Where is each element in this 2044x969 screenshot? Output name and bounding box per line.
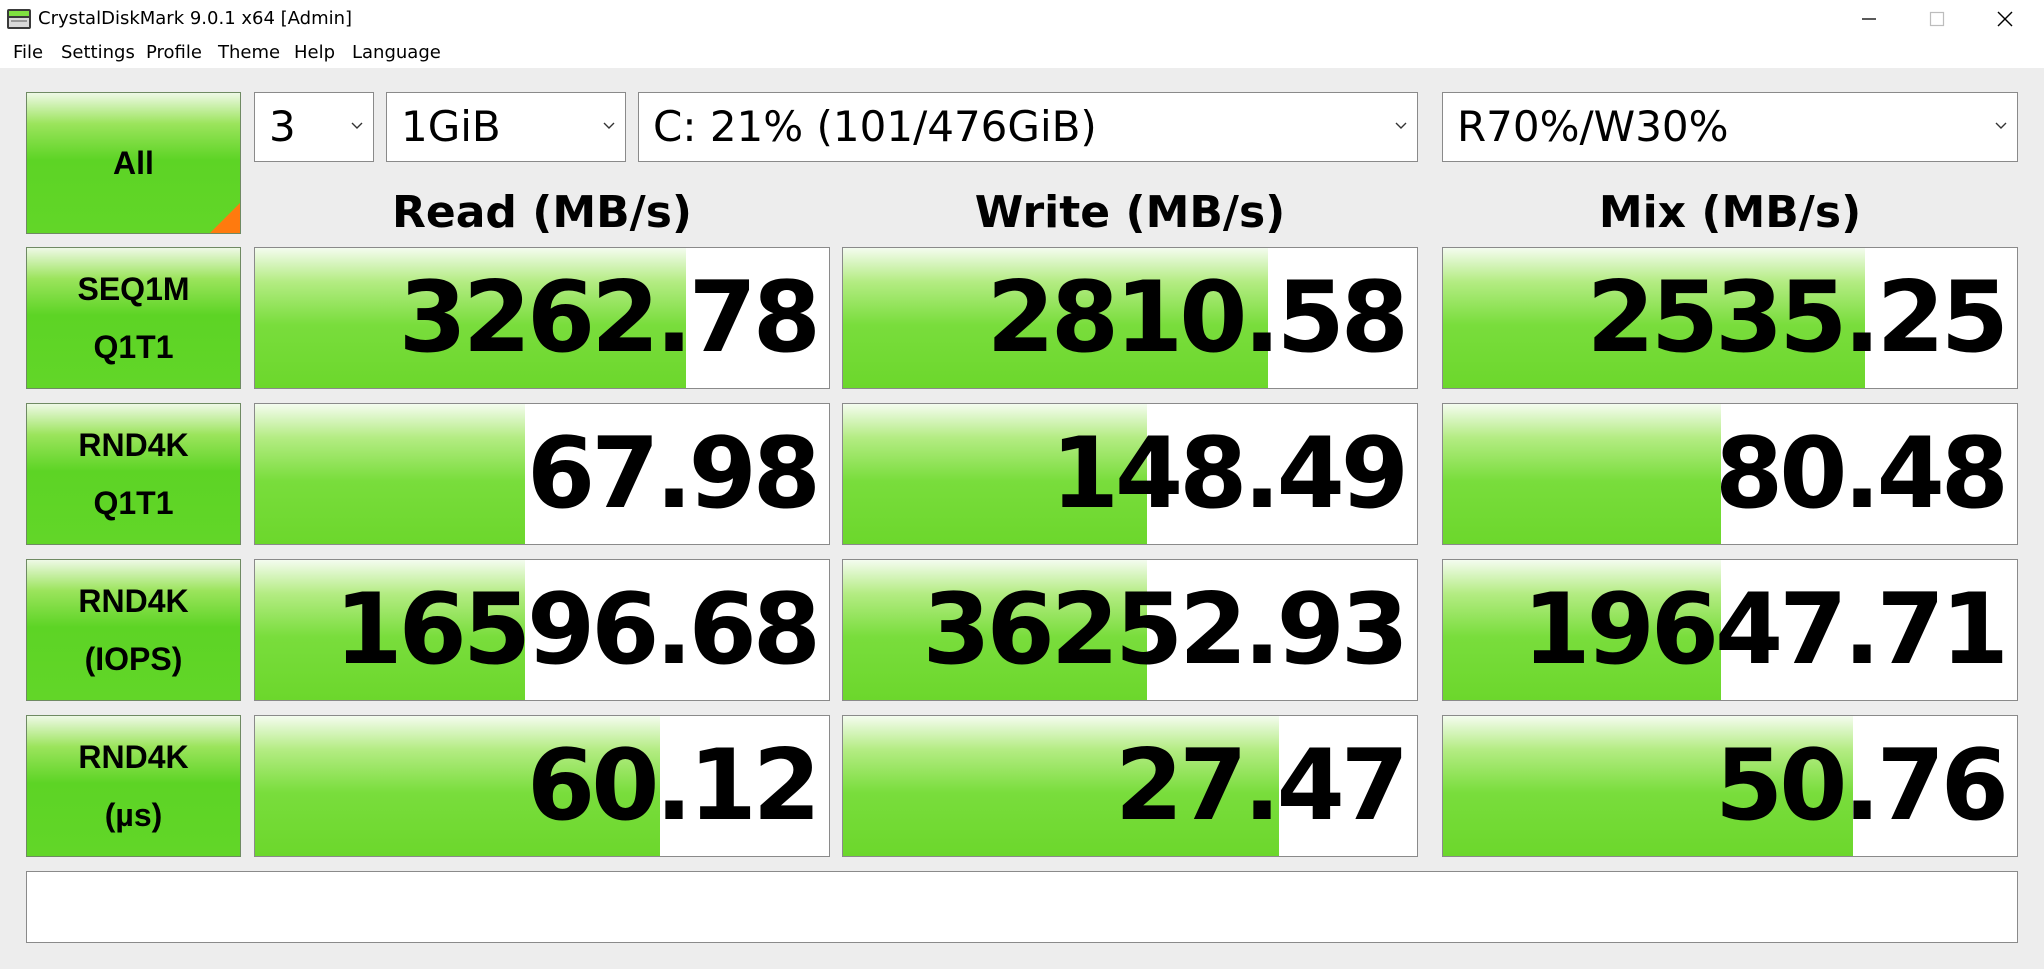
row-label-line1: SEQ1M [77,271,190,307]
read-result-cell: 16596.68 [254,559,830,701]
run-all-button[interactable]: All [26,92,241,234]
test-size-value: 1GiB [401,102,501,151]
mix-result-value: 50.76 [1715,729,2009,843]
read-result-cell: 67.98 [254,403,830,545]
menu-language[interactable]: Language [348,38,445,68]
drive-value: C: 21% (101/476GiB) [653,102,1097,151]
read-result-cell: 60.12 [254,715,830,857]
drive-select[interactable]: C: 21% (101/476GiB) [638,92,1418,162]
rnd4k-iops-button[interactable]: RND4K (IOPS) [26,559,241,701]
close-icon [1997,11,2013,27]
minimize-icon [1862,18,1876,20]
run-all-label: All [113,144,154,181]
mix-result-value: 80.48 [1715,417,2009,531]
read-result-value: 67.98 [527,417,821,531]
write-result-cell: 27.47 [842,715,1418,857]
write-result-value: 36252.93 [922,573,1409,687]
read-result-cell: 3262.78 [254,247,830,389]
row-label-line1: RND4K [78,427,189,463]
menu-bar: File Settings Profile Theme Help Languag… [0,38,2044,68]
mix-progress-bar [1443,404,1722,544]
write-result-value: 27.47 [1115,729,1409,843]
mix-ratio-select[interactable]: R70%/W30% [1442,92,2018,162]
close-button[interactable] [1970,0,2040,38]
mix-result-cell: 80.48 [1442,403,2018,545]
menu-theme[interactable]: Theme [214,38,284,68]
seq1m-q1t1-button[interactable]: SEQ1M Q1T1 [26,247,241,389]
write-result-cell: 2810.58 [842,247,1418,389]
row-label-line2: Q1T1 [93,329,174,365]
mix-result-cell: 2535.25 [1442,247,2018,389]
mix-result-cell: 50.76 [1442,715,2018,857]
read-result-value: 3262.78 [398,261,821,375]
write-result-cell: 148.49 [842,403,1418,545]
write-result-value: 2810.58 [986,261,1409,375]
write-result-cell: 36252.93 [842,559,1418,701]
chevron-down-icon [603,122,615,129]
chevron-down-icon [351,122,363,129]
chevron-down-icon [1395,122,1407,129]
test-size-select[interactable]: 1GiB [386,92,626,162]
row-label-line1: RND4K [78,739,189,775]
row-label-line2: (IOPS) [84,641,183,677]
mix-result-cell: 19647.71 [1442,559,2018,701]
write-column-header: Write (MB/s) [974,187,1286,238]
row-label-line2: Q1T1 [93,485,174,521]
test-count-select[interactable]: 3 [254,92,374,162]
rnd4k-latency-button[interactable]: RND4K (µs) [26,715,241,857]
maximize-button[interactable] [1902,0,1972,38]
rnd4k-q1t1-button[interactable]: RND4K Q1T1 [26,403,241,545]
corner-marker [210,203,240,233]
menu-help[interactable]: Help [290,38,339,68]
comment-input[interactable] [26,871,2018,943]
row-label-line1: RND4K [78,583,189,619]
write-result-value: 148.49 [1050,417,1409,531]
mix-ratio-value: R70%/W30% [1457,102,1729,151]
mix-result-value: 19647.71 [1522,573,2009,687]
menu-settings[interactable]: Settings [57,38,139,68]
menu-file[interactable]: File [9,38,47,68]
read-result-value: 16596.68 [334,573,821,687]
row-label-line2: (µs) [104,797,163,833]
menu-profile[interactable]: Profile [142,38,206,68]
disk-icon [6,6,32,32]
chevron-down-icon [1995,122,2007,129]
read-result-value: 60.12 [527,729,821,843]
title-bar: CrystalDiskMark 9.0.1 x64 [Admin] [0,0,2044,38]
read-progress-bar [255,404,525,544]
mix-column-header: Mix (MB/s) [1598,187,1862,238]
window-title: CrystalDiskMark 9.0.1 x64 [Admin] [38,8,353,29]
minimize-button[interactable] [1834,0,1904,38]
test-count-value: 3 [269,102,296,151]
maximize-icon [1929,11,1945,27]
mix-result-value: 2535.25 [1586,261,2009,375]
read-column-header: Read (MB/s) [391,187,693,238]
